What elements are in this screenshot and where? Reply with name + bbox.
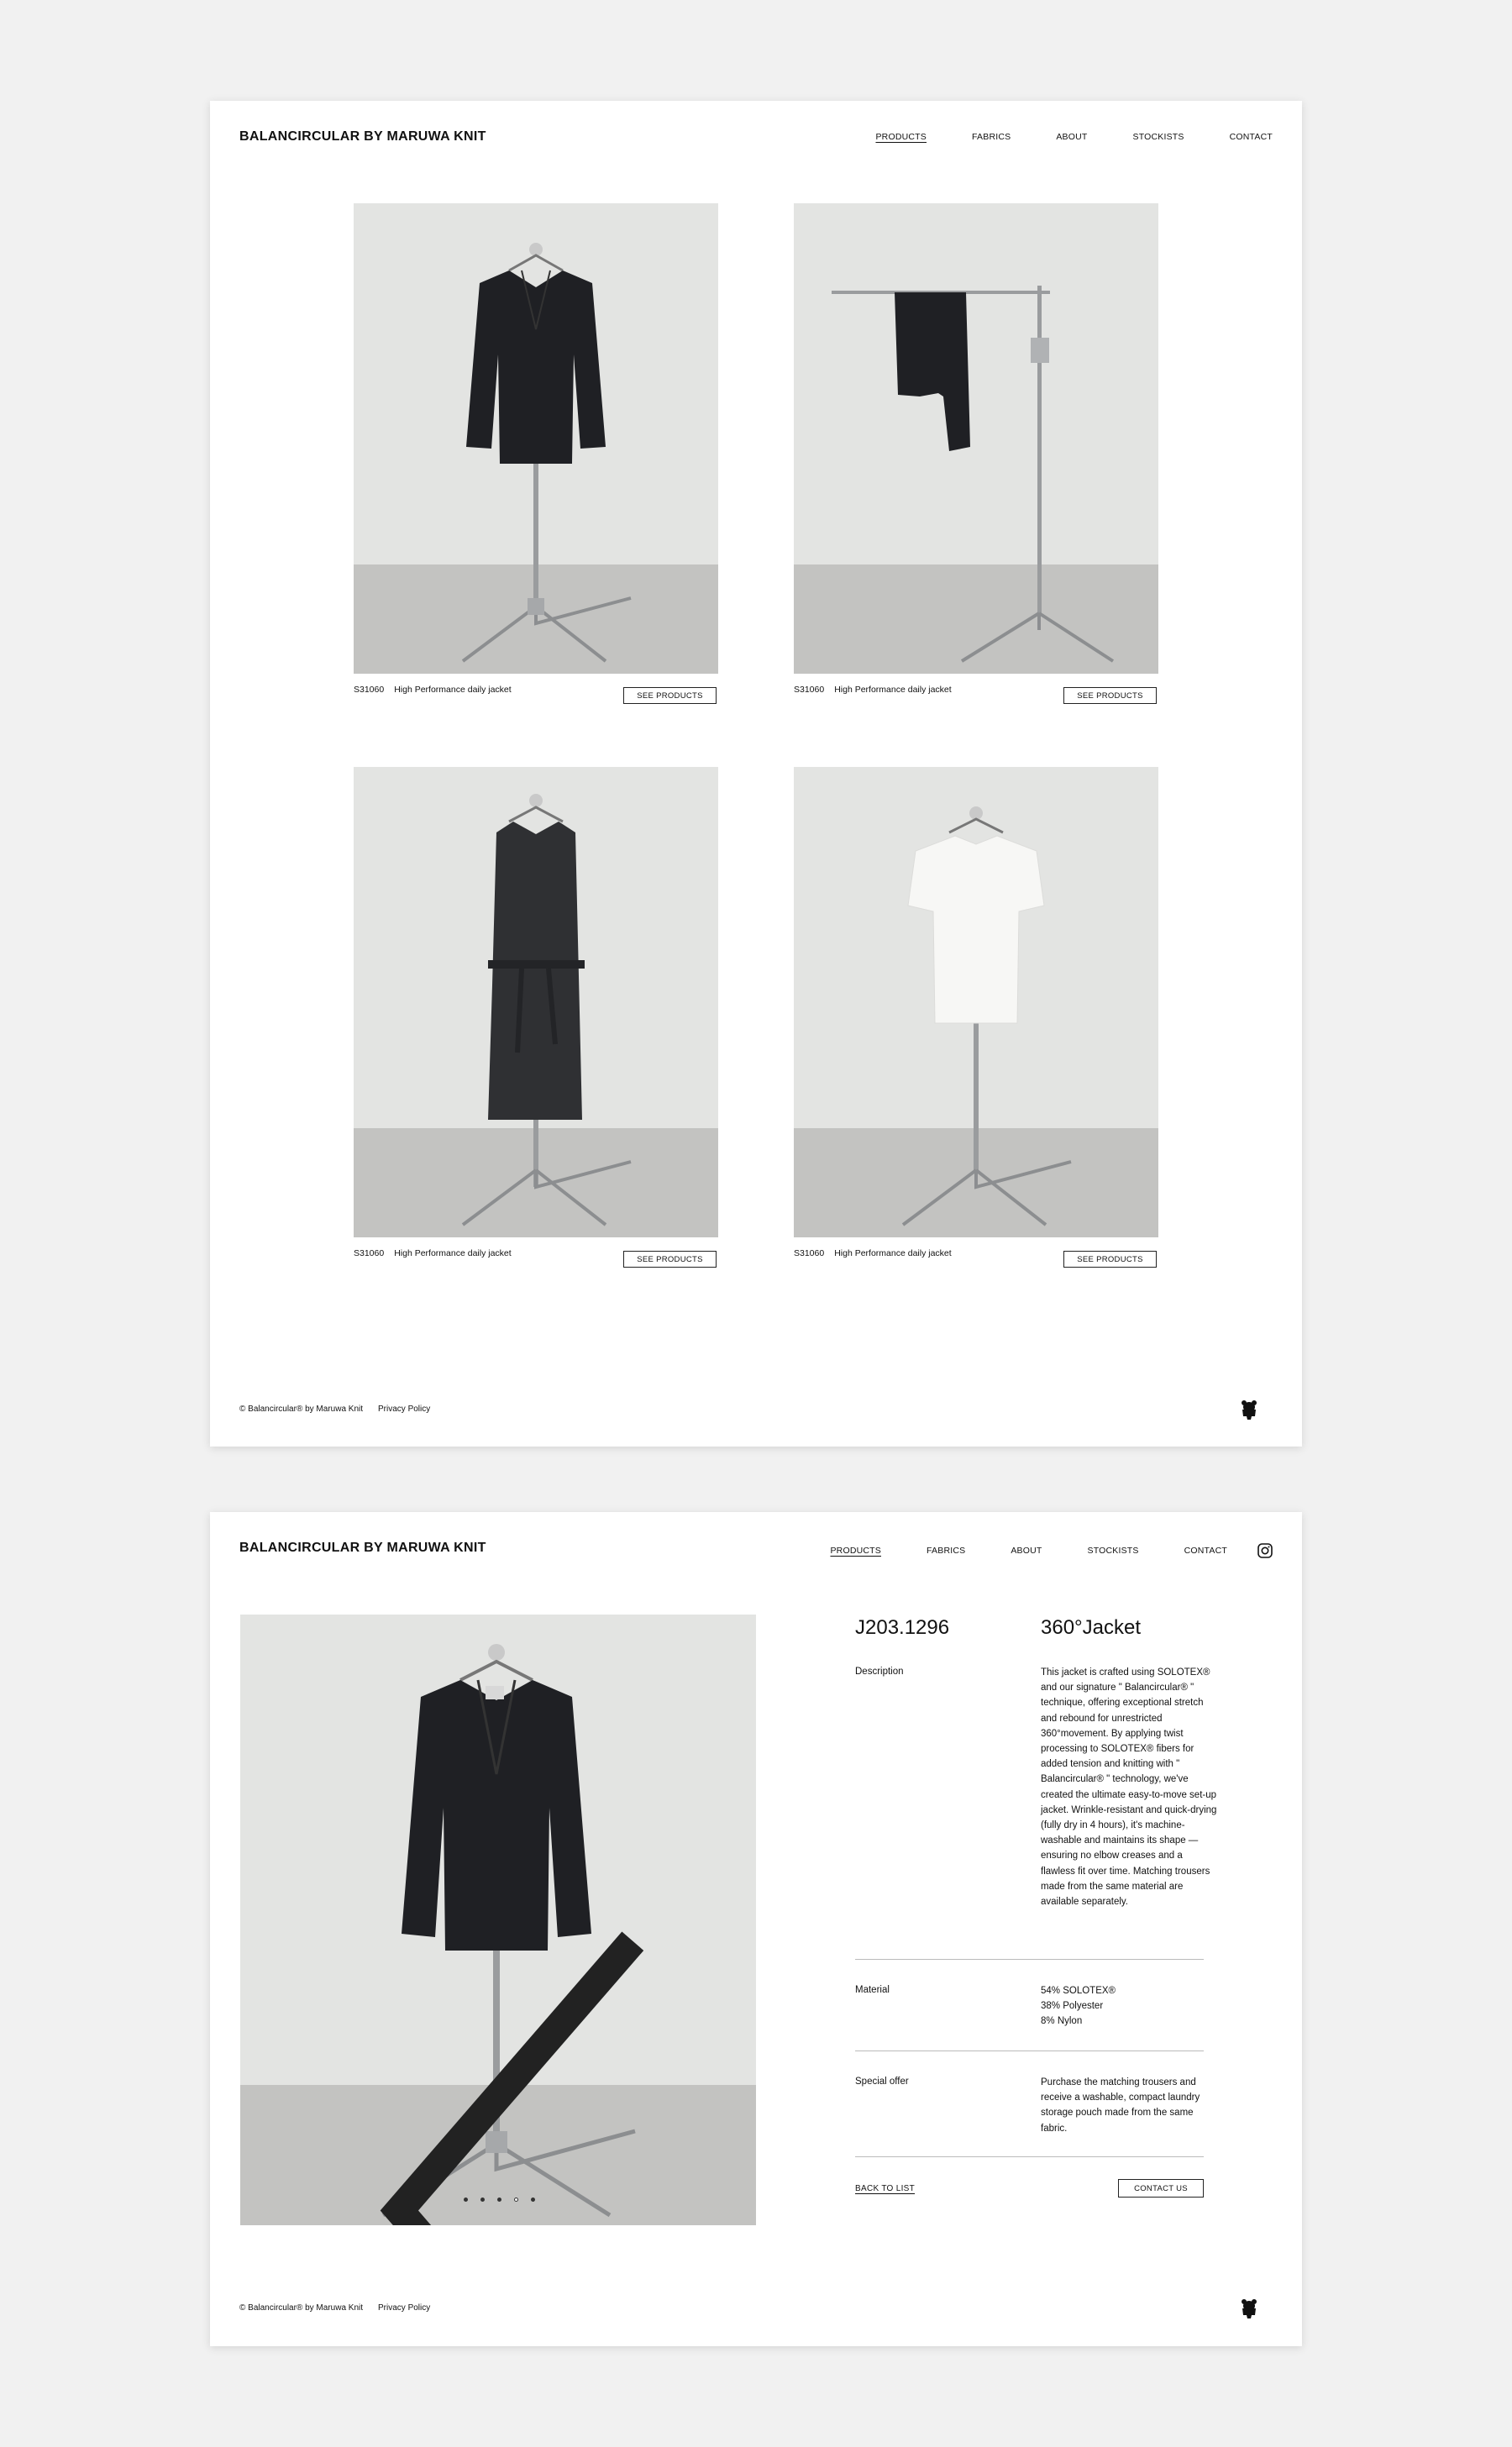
carousel-dot[interactable]: [497, 2198, 501, 2202]
privacy-policy-link[interactable]: Privacy Policy: [378, 2303, 430, 2313]
chevron-right-icon[interactable]: [712, 1905, 756, 2225]
nav-about[interactable]: ABOUT: [1011, 1546, 1042, 1556]
product-carousel-image: [240, 1615, 756, 2225]
brand-logo[interactable]: BALANCIRCULAR BY MARUWA KNIT: [239, 129, 486, 144]
product-name: High Performance daily jacket: [834, 685, 952, 695]
material-item: 38% Polyester: [1041, 2001, 1104, 2012]
footer: © Balancircular® by Maruwa Knit Privacy …: [239, 2303, 430, 2313]
carousel-pagination: [464, 2198, 548, 2202]
nav-fabrics[interactable]: FABRICS: [972, 132, 1011, 142]
product-image-trousers[interactable]: [794, 203, 1158, 674]
description-text: This jacket is crafted using SOLOTEX® an…: [1041, 1667, 1217, 1908]
product-code: J203.1296: [855, 1616, 950, 1639]
product-caption: S31060 High Performance daily jacket: [794, 1243, 952, 1263]
product-image-coat[interactable]: [354, 767, 718, 1237]
product-code: S31060: [794, 1248, 825, 1258]
carousel-dot[interactable]: [464, 2198, 468, 2202]
nav-contact[interactable]: CONTACT: [1184, 1546, 1227, 1556]
see-products-button[interactable]: SEE PRODUCTS: [623, 1251, 717, 1268]
nav-products[interactable]: PRODUCTS: [830, 1546, 881, 1556]
material-label: Material: [855, 1985, 890, 1995]
carousel-dot[interactable]: [480, 2198, 485, 2202]
see-products-button[interactable]: SEE PRODUCTS: [1063, 1251, 1157, 1268]
divider: [855, 2156, 1204, 2157]
product-caption: S31060 High Performance daily jacket: [354, 1243, 512, 1263]
copyright-text: © Balancircular® by Maruwa Knit: [239, 1405, 364, 1414]
product-list-page: BALANCIRCULAR BY MARUWA KNIT PRODUCTS FA…: [210, 101, 1302, 1447]
carousel-dot[interactable]: [531, 2198, 535, 2202]
special-offer-text: Purchase the matching trousers and recei…: [1041, 2077, 1200, 2134]
contact-us-button[interactable]: CONTACT US: [1118, 2179, 1204, 2198]
privacy-policy-link[interactable]: Privacy Policy: [378, 1405, 430, 1414]
material-item: 8% Nylon: [1041, 2016, 1083, 2027]
bear-logo-icon[interactable]: [1240, 1399, 1258, 1420]
product-title: 360°Jacket: [1041, 1616, 1142, 1639]
instagram-icon[interactable]: [1257, 1543, 1273, 1558]
special-offer-label: Special offer: [855, 2077, 909, 2087]
nav-stockists[interactable]: STOCKISTS: [1133, 132, 1184, 142]
bear-logo-icon[interactable]: [1240, 2298, 1258, 2318]
nav-about[interactable]: ABOUT: [1056, 132, 1087, 142]
nav-fabrics[interactable]: FABRICS: [927, 1546, 965, 1556]
chevron-left-icon[interactable]: [267, 1905, 756, 2225]
nav-stockists[interactable]: STOCKISTS: [1088, 1546, 1139, 1556]
product-image-tshirt[interactable]: [794, 767, 1158, 1237]
material-list: 54% SOLOTEX® 38% Polyester 8% Nylon: [1041, 1983, 1217, 2030]
see-products-button[interactable]: SEE PRODUCTS: [623, 687, 717, 704]
main-nav: PRODUCTS FABRICS ABOUT STOCKISTS CONTACT: [785, 1543, 1273, 1558]
description-label: Description: [855, 1667, 904, 1677]
see-products-button[interactable]: SEE PRODUCTS: [1063, 687, 1157, 704]
main-nav: PRODUCTS FABRICS ABOUT STOCKISTS CONTACT: [830, 132, 1273, 142]
product-code: S31060: [794, 685, 825, 695]
brand-logo[interactable]: BALANCIRCULAR BY MARUWA KNIT: [239, 1541, 486, 1556]
product-name: High Performance daily jacket: [394, 1248, 512, 1258]
divider: [855, 1959, 1204, 1960]
nav-contact[interactable]: CONTACT: [1230, 132, 1273, 142]
back-to-list-link[interactable]: BACK TO LIST: [855, 2184, 915, 2193]
product-name: High Performance daily jacket: [834, 1248, 952, 1258]
copyright-text: © Balancircular® by Maruwa Knit: [239, 2303, 364, 2313]
nav-products[interactable]: PRODUCTS: [875, 132, 927, 142]
product-code: S31060: [354, 685, 385, 695]
product-caption: S31060 High Performance daily jacket: [354, 680, 512, 700]
material-item: 54% SOLOTEX®: [1041, 1986, 1116, 1996]
carousel-dot[interactable]: [514, 2198, 518, 2202]
product-detail-page: BALANCIRCULAR BY MARUWA KNIT PRODUCTS FA…: [210, 1512, 1302, 2346]
product-name: High Performance daily jacket: [394, 685, 512, 695]
footer: © Balancircular® by Maruwa Knit Privacy …: [239, 1405, 430, 1414]
product-caption: S31060 High Performance daily jacket: [794, 680, 952, 700]
product-image-jacket[interactable]: [354, 203, 718, 674]
product-code: S31060: [354, 1248, 385, 1258]
